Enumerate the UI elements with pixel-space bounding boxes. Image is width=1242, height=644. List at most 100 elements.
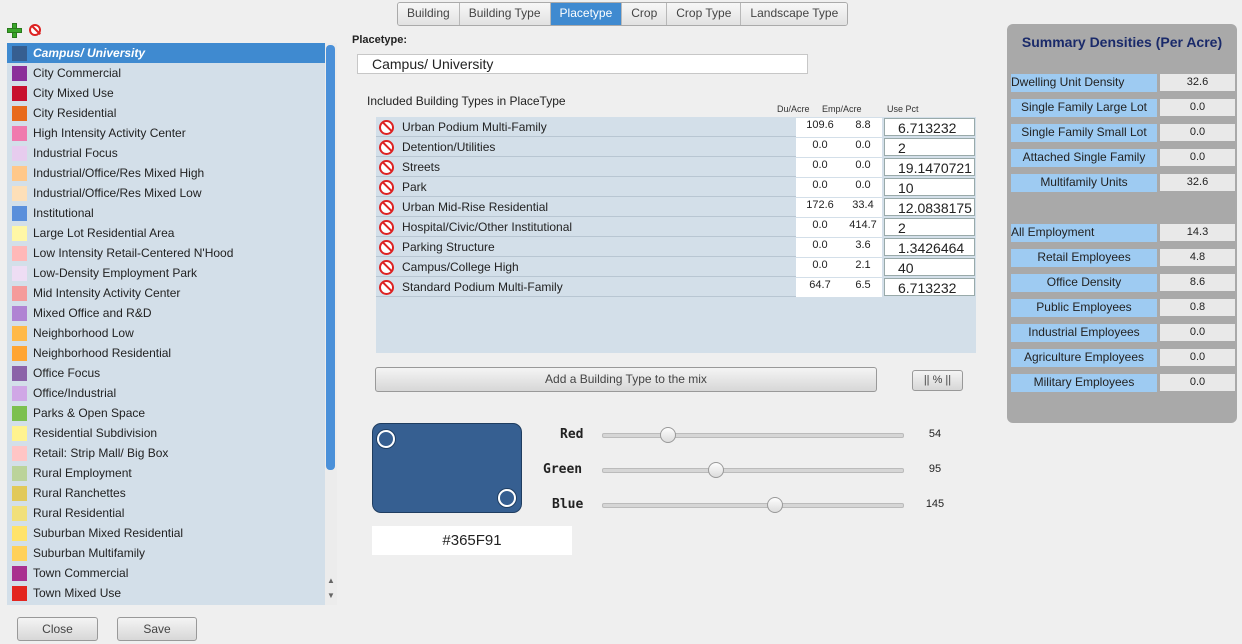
remove-building-type-button[interactable] <box>379 160 394 175</box>
placetype-list-item[interactable]: Low Intensity Retail-Centered N'Hood <box>7 243 325 263</box>
plus-icon[interactable] <box>7 23 22 38</box>
placetype-list-item[interactable]: Industrial/Office/Res Mixed High <box>7 163 325 183</box>
green-slider[interactable] <box>602 462 904 478</box>
swatch-handle-top-left[interactable] <box>377 430 395 448</box>
placetype-list-item[interactable]: Office Focus <box>7 363 325 383</box>
placetype-list-item[interactable]: Industrial Focus <box>7 143 325 163</box>
placetype-list-item[interactable]: Suburban Multifamily <box>7 543 325 563</box>
remove-building-type-button[interactable] <box>379 140 394 155</box>
placetype-list-item[interactable]: City Residential <box>7 103 325 123</box>
color-swatch-icon <box>12 165 27 181</box>
no-icon <box>379 120 394 135</box>
add-building-type-button[interactable]: Add a Building Type to the mix <box>375 367 877 392</box>
no-icon <box>379 220 394 235</box>
use-pct-input[interactable]: 19.1470721 <box>884 158 975 176</box>
placetype-name-input[interactable]: Campus/ University <box>357 54 808 74</box>
placetype-list-item[interactable]: Suburban Mixed Residential <box>7 523 325 543</box>
scrollbar-thumb[interactable] <box>326 45 335 470</box>
placetype-list-item[interactable]: Neighborhood Residential <box>7 343 325 363</box>
placetype-list-item[interactable]: Neighborhood Low <box>7 323 325 343</box>
summary-label: Office Density <box>1011 274 1157 292</box>
placetype-item-label: Low-Density Employment Park <box>33 266 198 280</box>
building-type-row: Park 0.0 0.0 10 <box>376 177 976 197</box>
use-pct-input[interactable]: 6.713232 <box>884 278 975 296</box>
summary-label: Single Family Large Lot <box>1011 99 1157 117</box>
placetype-list-item[interactable]: Retail: Strip Mall/ Big Box <box>7 443 325 463</box>
included-building-types-label: Included Building Types in PlaceType <box>367 94 566 108</box>
red-slider-knob[interactable] <box>659 427 676 443</box>
du-acre-value: 109.6 <box>796 118 844 137</box>
placetype-list-item[interactable]: Rural Ranchettes <box>7 483 325 503</box>
use-pct-input[interactable]: 2 <box>884 138 975 156</box>
placetype-item-label: Low Intensity Retail-Centered N'Hood <box>33 246 234 260</box>
normalize-percent-button[interactable]: || % || <box>912 370 963 391</box>
placetype-item-label: Industrial Focus <box>33 146 118 160</box>
color-swatch-icon <box>12 445 27 461</box>
color-swatch-icon <box>12 505 27 521</box>
placetype-list-item[interactable]: Rural Employment <box>7 463 325 483</box>
placetype-list-item[interactable]: Rural Residential <box>7 503 325 523</box>
use-pct-input[interactable]: 40 <box>884 258 975 276</box>
use-pct-input[interactable]: 6.713232 <box>884 118 975 136</box>
red-label: Red <box>560 427 584 442</box>
placetype-list-item[interactable]: Campus/ University <box>7 43 325 63</box>
placetype-list-item[interactable]: Parks & Open Space <box>7 403 325 423</box>
placetype-list-item[interactable]: Institutional <box>7 203 325 223</box>
placetype-list-item[interactable]: City Mixed Use <box>7 83 325 103</box>
emp-acre-value: 0.0 <box>844 158 882 177</box>
placetype-list-item[interactable]: Town Commercial <box>7 563 325 583</box>
save-button[interactable]: Save <box>117 617 197 641</box>
red-slider[interactable] <box>602 427 904 443</box>
use-pct-input[interactable]: 12.0838175 <box>884 198 975 216</box>
summary-label: All Employment <box>1011 224 1157 242</box>
tab-landscape-type[interactable]: Landscape Type <box>740 3 848 25</box>
summary-value: 0.8 <box>1160 299 1235 316</box>
placetype-list-item[interactable]: Office/Industrial <box>7 383 325 403</box>
placetype-item-label: Campus/ University <box>33 46 146 60</box>
tab-crop-type[interactable]: Crop Type <box>666 3 741 25</box>
tab-building[interactable]: Building <box>398 3 459 25</box>
color-swatch[interactable] <box>372 423 522 513</box>
row-divider <box>376 296 796 297</box>
close-button[interactable]: Close <box>17 617 98 641</box>
placetype-list-item[interactable]: Low-Density Employment Park <box>7 263 325 283</box>
green-slider-knob[interactable] <box>707 462 724 478</box>
use-pct-input[interactable]: 1.3426464 <box>884 238 975 256</box>
no-icon[interactable] <box>29 24 42 36</box>
placetype-list-item[interactable]: High Intensity Activity Center <box>7 123 325 143</box>
tab-crop[interactable]: Crop <box>621 3 667 25</box>
placetype-list-item[interactable]: Residential Subdivision <box>7 423 325 443</box>
placetype-list-item[interactable]: City Commercial <box>7 63 325 83</box>
placetype-list-item[interactable]: Mixed Office and R&D <box>7 303 325 323</box>
swatch-handle-bottom-right[interactable] <box>498 489 516 507</box>
remove-building-type-button[interactable] <box>379 180 394 195</box>
use-pct-input[interactable]: 2 <box>884 218 975 236</box>
blue-slider[interactable] <box>602 497 904 513</box>
placetype-item-label: Industrial/Office/Res Mixed High <box>33 166 205 180</box>
placetype-list-item[interactable]: Industrial/Office/Res Mixed Low <box>7 183 325 203</box>
color-swatch-icon <box>12 325 27 341</box>
use-pct-input[interactable]: 10 <box>884 178 975 196</box>
du-acre-header: Du/Acre <box>777 104 810 114</box>
placetype-list-item[interactable]: Mid Intensity Activity Center <box>7 283 325 303</box>
placetype-item-label: Suburban Multifamily <box>33 546 146 560</box>
tab-placetype[interactable]: Placetype <box>549 3 622 25</box>
color-swatch-icon <box>12 485 27 501</box>
hex-color-field[interactable]: #365F91 <box>372 526 572 555</box>
scroll-up-icon[interactable]: ▲ <box>326 576 336 586</box>
remove-building-type-button[interactable] <box>379 200 394 215</box>
remove-building-type-button[interactable] <box>379 220 394 235</box>
list-scrollbar[interactable]: ▲ ▼ <box>325 43 337 605</box>
tab-building-type[interactable]: Building Type <box>458 3 550 25</box>
emp-acre-value: 2.1 <box>844 258 882 277</box>
remove-building-type-button[interactable] <box>379 240 394 255</box>
placetype-list-item[interactable]: Town Mixed Use <box>7 583 325 603</box>
remove-building-type-button[interactable] <box>379 280 394 295</box>
blue-slider-knob[interactable] <box>766 497 783 513</box>
building-type-name: Campus/College High <box>402 260 519 274</box>
emp-acre-value: 8.8 <box>844 118 882 137</box>
scroll-down-icon[interactable]: ▼ <box>326 591 336 601</box>
remove-building-type-button[interactable] <box>379 120 394 135</box>
remove-building-type-button[interactable] <box>379 260 394 275</box>
placetype-list-item[interactable]: Large Lot Residential Area <box>7 223 325 243</box>
